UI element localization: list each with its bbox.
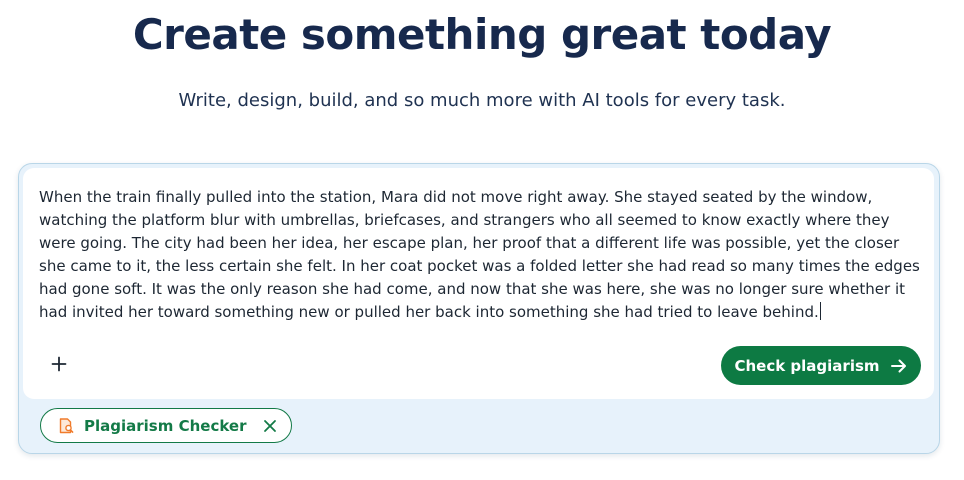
check-plagiarism-label: Check plagiarism (734, 356, 880, 375)
editor-card: When the train finally pulled into the s… (23, 168, 934, 399)
add-button[interactable] (45, 352, 73, 380)
tool-chip-plagiarism-checker[interactable]: Plagiarism Checker (40, 408, 293, 443)
document-search-icon (57, 417, 75, 435)
arrow-right-icon (890, 358, 908, 374)
check-plagiarism-button[interactable]: Check plagiarism (721, 346, 921, 385)
page-subtitle: Write, design, build, and so much more w… (178, 90, 786, 111)
text-editor[interactable]: When the train finally pulled into the s… (39, 186, 923, 324)
page-title: Create something great today (132, 10, 832, 59)
close-icon[interactable] (263, 419, 277, 433)
tool-chip-label: Plagiarism Checker (84, 416, 247, 435)
plus-icon (51, 356, 67, 376)
prompt-composer: When the train finally pulled into the s… (18, 163, 940, 454)
